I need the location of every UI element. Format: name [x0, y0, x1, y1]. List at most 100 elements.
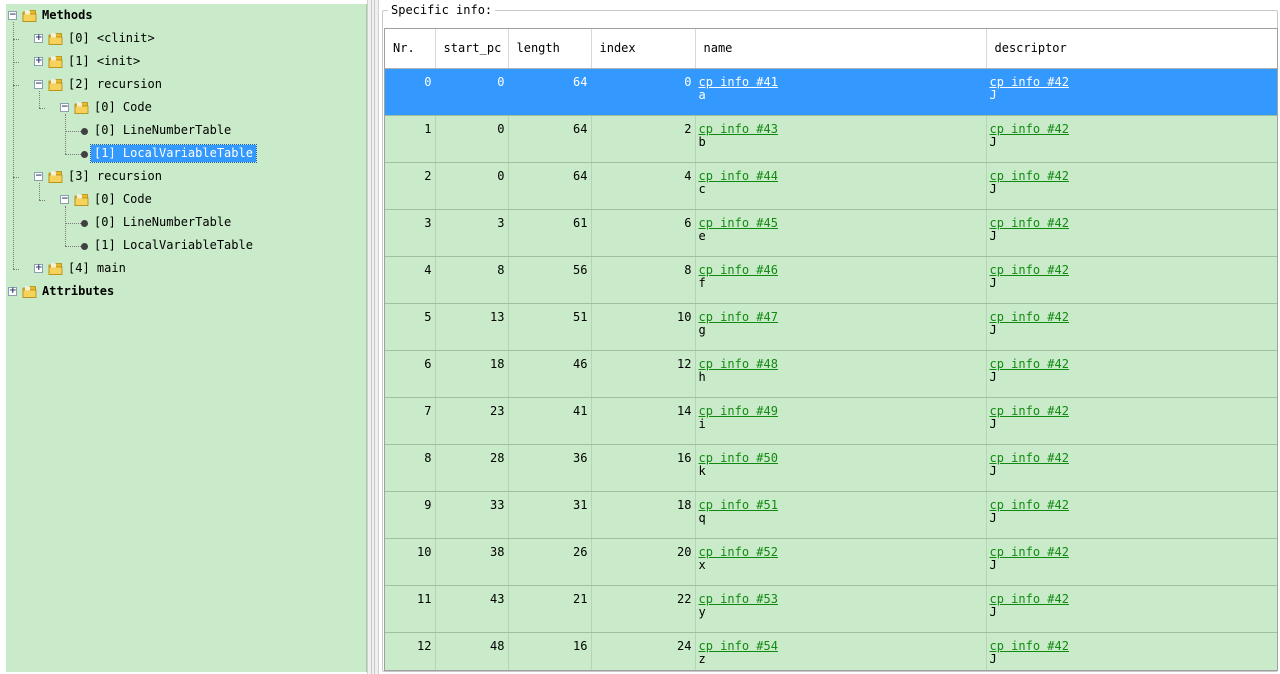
cp-info-link[interactable]: cp info #50	[699, 451, 986, 465]
tree-node-m0[interactable]: + [0] <clinit>	[6, 29, 361, 48]
cell-nr[interactable]: 10	[385, 538, 436, 586]
tree-node-m3c0[interactable]: [0] LineNumberTable	[6, 213, 361, 232]
table-row[interactable]: 12 48 16 24 cp info #54 z cp info #42 J	[385, 632, 1277, 670]
cell-length[interactable]: 61	[508, 209, 592, 257]
cell-start-pc[interactable]: 0	[435, 162, 509, 210]
cell-descriptor[interactable]: cp info #42 J	[986, 256, 1278, 304]
cell-descriptor[interactable]: cp info #42 J	[986, 115, 1277, 163]
cp-info-link[interactable]: cp info #42	[990, 75, 1278, 89]
cell-name[interactable]: cp info #48 h	[695, 350, 987, 398]
cell-name[interactable]: cp info #49 i	[695, 397, 987, 445]
cell-descriptor[interactable]: cp info #42 J	[986, 209, 1278, 257]
cell-name[interactable]: cp info #53 y	[695, 585, 987, 633]
cell-index[interactable]: 18	[591, 491, 696, 539]
cell-nr[interactable]: 11	[385, 585, 436, 633]
tree-node-m2c0[interactable]: [0] LineNumberTable	[6, 121, 361, 140]
cell-length[interactable]: 36	[508, 444, 592, 492]
cell-nr[interactable]: 0	[385, 68, 436, 116]
table-row[interactable]: 4 8 56 8 cp info #46 f cp info #42 J	[385, 256, 1278, 304]
cell-nr[interactable]: 4	[385, 256, 436, 304]
table-row[interactable]: 11 43 21 22 cp info #53 y cp info #42 J	[385, 585, 1277, 633]
cell-index[interactable]: 14	[591, 397, 696, 445]
cell-length[interactable]: 51	[508, 303, 592, 351]
cell-index[interactable]: 24	[591, 632, 696, 670]
table-row[interactable]: 1 0 64 2 cp info #43 b cp info #42 J	[385, 115, 1277, 163]
cell-name[interactable]: cp info #46 f	[695, 256, 987, 304]
cp-info-link[interactable]: cp info #42	[990, 216, 1278, 230]
tree-node-label[interactable]: [0] LineNumberTable	[91, 214, 234, 231]
cell-start-pc[interactable]: 13	[435, 303, 509, 351]
plus-box-icon[interactable]: +	[34, 264, 43, 273]
column-header-nr[interactable]: Nr.	[385, 29, 436, 69]
cp-info-link[interactable]: cp info #42	[990, 310, 1278, 324]
local-variable-table[interactable]: Nr. start_pc length index name descripto…	[384, 28, 1278, 671]
tree-node-label[interactable]: Attributes	[39, 283, 117, 300]
table-row[interactable]: 3 3 61 6 cp info #45 e cp info #42 J	[385, 209, 1278, 257]
cp-info-link[interactable]: cp info #42	[990, 263, 1278, 277]
cell-start-pc[interactable]: 0	[435, 68, 509, 116]
tree-node-m3c1[interactable]: [1] LocalVariableTable	[6, 236, 361, 255]
cp-info-link[interactable]: cp info #42	[990, 545, 1278, 559]
table-row[interactable]: 9 33 31 18 cp info #51 q cp info #42 J	[385, 491, 1277, 539]
cell-descriptor[interactable]: cp info #42 J	[986, 303, 1278, 351]
plus-box-icon[interactable]: +	[34, 34, 43, 43]
cell-nr[interactable]: 8	[385, 444, 436, 492]
cell-nr[interactable]: 9	[385, 491, 436, 539]
table-row[interactable]: 10 38 26 20 cp info #52 x cp info #42 J	[385, 538, 1278, 586]
pane-splitter[interactable]	[367, 0, 379, 674]
cp-info-link[interactable]: cp info #54	[699, 639, 986, 653]
tree-node-label[interactable]: Methods	[39, 7, 96, 24]
cell-length[interactable]: 21	[508, 585, 592, 633]
table-row[interactable]: 5 13 51 10 cp info #47 g cp info #42 J	[385, 303, 1278, 351]
cell-index[interactable]: 8	[591, 256, 696, 304]
cp-info-link[interactable]: cp info #53	[699, 592, 986, 606]
cp-info-link[interactable]: cp info #43	[699, 122, 986, 136]
tree-node-m1[interactable]: + [1] <init>	[6, 52, 361, 71]
cell-name[interactable]: cp info #54 z	[695, 632, 987, 670]
cp-info-link[interactable]: cp info #42	[990, 169, 1278, 183]
table-row[interactable]: 6 18 46 12 cp info #48 h cp info #42 J	[385, 350, 1278, 398]
cp-info-link[interactable]: cp info #45	[699, 216, 986, 230]
column-header-start-pc[interactable]: start_pc	[435, 29, 509, 69]
cell-descriptor[interactable]: cp info #42 J	[986, 491, 1277, 539]
cell-descriptor[interactable]: cp info #42 J	[986, 68, 1278, 116]
cell-start-pc[interactable]: 43	[435, 585, 509, 633]
cell-nr[interactable]: 7	[385, 397, 436, 445]
cell-length[interactable]: 31	[508, 491, 592, 539]
plus-box-icon[interactable]: +	[34, 57, 43, 66]
cell-nr[interactable]: 3	[385, 209, 436, 257]
cell-name[interactable]: cp info #51 q	[695, 491, 987, 539]
cell-index[interactable]: 10	[591, 303, 696, 351]
tree-node-m2c[interactable]: − [0] Code	[6, 98, 361, 117]
table-row[interactable]: 2 0 64 4 cp info #44 c cp info #42 J	[385, 162, 1278, 210]
cell-name[interactable]: cp info #45 e	[695, 209, 987, 257]
cell-descriptor[interactable]: cp info #42 J	[986, 632, 1277, 670]
cell-index[interactable]: 0	[591, 68, 696, 116]
tree-node-methods[interactable]: − Methods	[6, 6, 361, 25]
cell-nr[interactable]: 12	[385, 632, 436, 670]
cell-length[interactable]: 46	[508, 350, 592, 398]
tree-node-label[interactable]: [2] recursion	[65, 76, 165, 93]
cell-nr[interactable]: 6	[385, 350, 436, 398]
tree-node-label[interactable]: [0] Code	[91, 99, 155, 116]
cell-descriptor[interactable]: cp info #42 J	[986, 350, 1278, 398]
cell-name[interactable]: cp info #52 x	[695, 538, 987, 586]
cell-start-pc[interactable]: 8	[435, 256, 509, 304]
tree-node-m3[interactable]: − [3] recursion	[6, 167, 361, 186]
cell-start-pc[interactable]: 38	[435, 538, 509, 586]
minus-box-icon[interactable]: −	[34, 172, 43, 181]
cell-start-pc[interactable]: 3	[435, 209, 509, 257]
cell-length[interactable]: 41	[508, 397, 592, 445]
tree-node-m2[interactable]: − [2] recursion	[6, 75, 361, 94]
cp-info-link[interactable]: cp info #42	[990, 357, 1278, 371]
tree-node-label[interactable]: [1] LocalVariableTable	[91, 237, 256, 254]
cell-index[interactable]: 4	[591, 162, 696, 210]
table-row[interactable]: 8 28 36 16 cp info #50 k cp info #42 J	[385, 444, 1277, 492]
tree-node-m2c1[interactable]: [1] LocalVariableTable	[6, 144, 361, 163]
cell-nr[interactable]: 1	[385, 115, 436, 163]
structure-tree[interactable]: − Methods + [0] <clinit> + [1] <init> − [2] rec…	[6, 4, 367, 672]
cp-info-link[interactable]: cp info #48	[699, 357, 986, 371]
cell-length[interactable]: 16	[508, 632, 592, 670]
cell-length[interactable]: 64	[508, 162, 592, 210]
tree-node-label[interactable]: [3] recursion	[65, 168, 165, 185]
